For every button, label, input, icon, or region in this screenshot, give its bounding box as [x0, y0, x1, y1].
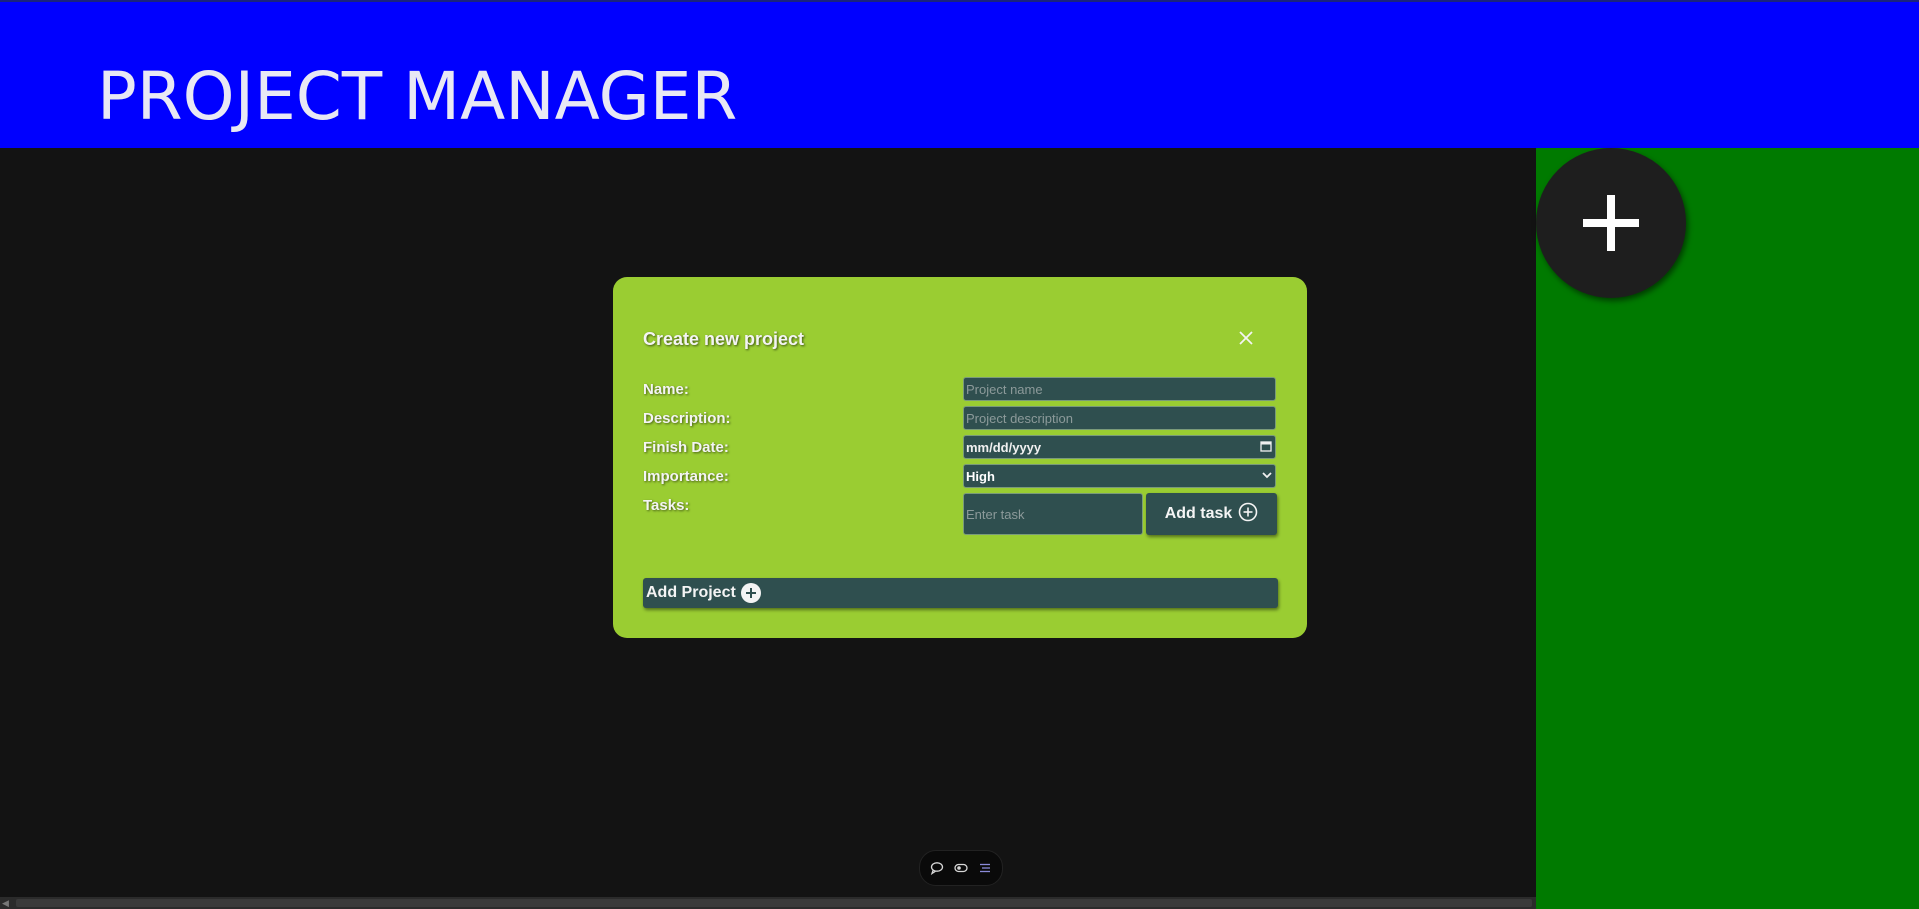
project-description-input[interactable]	[963, 406, 1276, 430]
list-icon[interactable]	[977, 860, 993, 876]
bottom-toolbar	[919, 850, 1003, 886]
create-project-modal: Create new project Name: Description: Fi…	[613, 277, 1307, 638]
add-project-fab[interactable]	[1536, 148, 1686, 298]
chevron-down-icon	[1261, 469, 1273, 484]
app-title: PROJECT MANAGER	[97, 58, 738, 135]
importance-label: Importance:	[643, 468, 729, 485]
finish-date-input[interactable]: mm/dd/yyyy	[963, 435, 1276, 459]
plus-icon	[1536, 193, 1686, 253]
add-project-button[interactable]: Add Project	[643, 578, 1278, 608]
tasks-label: Tasks:	[643, 497, 690, 514]
importance-select[interactable]: High	[963, 464, 1276, 488]
close-icon	[1235, 331, 1257, 352]
scrollbar-thumb[interactable]	[16, 899, 1532, 907]
horizontal-scrollbar[interactable]: ◀	[0, 897, 1536, 909]
scroll-left-icon[interactable]: ◀	[2, 898, 9, 908]
comment-icon[interactable]	[929, 860, 945, 876]
close-modal-button[interactable]	[1235, 327, 1257, 349]
calendar-icon[interactable]	[1259, 439, 1273, 456]
date-value: mm/dd/yyyy	[966, 439, 1042, 455]
add-project-label: Add Project	[646, 584, 736, 601]
app-header: PROJECT MANAGER	[0, 2, 1919, 148]
finish-date-label: Finish Date:	[643, 439, 729, 456]
add-task-button[interactable]: Add task	[1146, 493, 1277, 535]
toggle-icon[interactable]	[953, 860, 969, 876]
circle-plus-icon	[740, 583, 761, 603]
name-label: Name:	[643, 381, 689, 398]
add-task-label: Add task	[1164, 505, 1233, 522]
description-label: Description:	[643, 410, 731, 427]
project-name-input[interactable]	[963, 377, 1276, 401]
modal-title: Create new project	[643, 329, 805, 349]
task-input[interactable]	[963, 493, 1143, 535]
importance-selected: High	[966, 468, 995, 484]
circle-plus-icon	[1238, 502, 1258, 527]
